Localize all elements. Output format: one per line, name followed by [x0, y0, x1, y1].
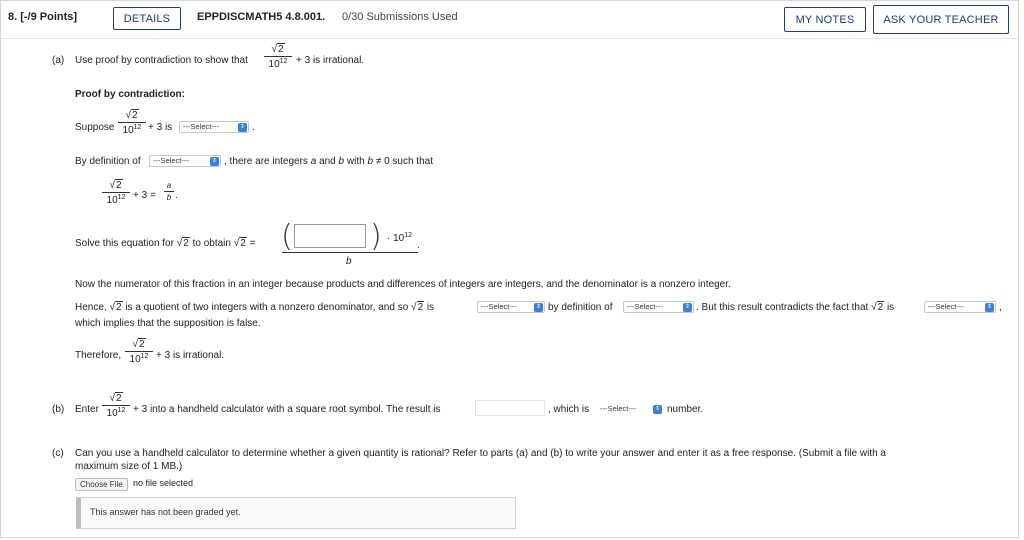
suppose-select[interactable]: ---Select--- ⇕	[179, 121, 249, 133]
therefore-fraction: √2 1012	[125, 338, 153, 365]
choose-file-button[interactable]: Choose File	[75, 478, 128, 491]
part-c-line2: maximum size of 1 MB.)	[75, 461, 183, 472]
solve-denominator: b	[346, 256, 352, 267]
submissions-count: 0/30 Submissions Used	[342, 11, 458, 23]
therefore-post: + 3 is irrational.	[156, 350, 225, 361]
proof-heading: Proof by contradiction:	[75, 89, 185, 100]
hence-select-value: ---Select---	[481, 302, 517, 311]
solve-fraction-bar	[282, 252, 418, 253]
part-c-label: (c)	[52, 448, 64, 459]
chevron-updown-icon: ⇕	[238, 123, 247, 132]
part-b-label: (b)	[52, 404, 65, 415]
question-number: 8. [-/9 Points]	[8, 11, 78, 23]
details-button[interactable]: DETAILS	[113, 7, 181, 30]
grading-status-text: This answer has not been graded yet.	[90, 507, 241, 517]
part-b-number: number.	[667, 404, 704, 415]
part-a-label: (a)	[52, 55, 65, 66]
numerator-explanation: Now the numerator of this fraction in an…	[75, 279, 731, 290]
part-b-enter: Enter	[75, 404, 99, 415]
hence-select[interactable]: ---Select--- ⇕	[477, 301, 545, 313]
suppose-select-value: ---Select---	[183, 122, 219, 131]
solve-period: .	[417, 240, 420, 251]
by-definition-text: , there are integers a and b with b ≠ 0 …	[224, 156, 433, 167]
part-b-select-value: ---Select---	[600, 404, 636, 413]
chevron-updown-icon: ⇕	[653, 405, 662, 414]
therefore-label: Therefore,	[75, 350, 122, 361]
solve-label: Solve this equation for √2 to obtain √2 …	[75, 237, 256, 249]
contradicts-select[interactable]: ---Select--- ⇕	[924, 301, 996, 313]
which-implies-text: which implies that the supposition is fa…	[75, 318, 261, 329]
suppose-label: Suppose	[75, 122, 115, 133]
contradicts-comma: ,	[999, 302, 1002, 313]
part-b-fraction: √2 1012	[102, 392, 130, 419]
part-b-post: + 3 into a handheld calculator with a sq…	[133, 404, 441, 415]
header-divider	[1, 38, 1018, 39]
equation-fraction: √2 1012	[102, 179, 130, 206]
grading-status-box: This answer has not been graded yet.	[76, 497, 516, 529]
problem-id: EPPDISCMATH5 4.8.001.	[197, 11, 326, 23]
part-b-which-is: , which is	[548, 404, 590, 415]
chevron-updown-icon: ⇕	[985, 303, 994, 312]
part-a-prompt: Use proof by contradiction to show that	[75, 55, 248, 66]
definition-select-value: ---Select---	[153, 156, 189, 165]
open-paren: (	[281, 219, 293, 254]
equation-period: .	[175, 190, 178, 201]
chevron-updown-icon: ⇕	[683, 303, 692, 312]
equation-plus3eq: + 3 =	[133, 190, 156, 201]
result-input[interactable]	[475, 400, 545, 416]
definition-select-2-value: ---Select---	[627, 302, 663, 311]
definition-select[interactable]: ---Select--- ⇕	[149, 155, 221, 167]
hence-text: Hence, √2 is a quotient of two integers …	[75, 301, 435, 313]
part-b-select[interactable]: ---Select--- ⇕	[596, 403, 664, 415]
a-over-b-fraction: a b	[164, 181, 174, 202]
close-paren: )	[370, 219, 382, 254]
times-10-12: · 1012	[387, 232, 413, 244]
part-c-line1: Can you use a handheld calculator to det…	[75, 448, 886, 459]
ask-your-teacher-button[interactable]: ASK YOUR TEACHER	[873, 5, 1009, 34]
fraction-sqrt2-over-10-12: √2 1012	[264, 43, 292, 70]
chevron-updown-icon: ⇕	[534, 303, 543, 312]
no-file-selected: no file selected	[133, 478, 194, 488]
by-definition-word: by definition of	[548, 302, 613, 313]
definition-select-2[interactable]: ---Select--- ⇕	[623, 301, 694, 313]
part-a-prompt-post: + 3 is irrational.	[296, 55, 365, 66]
numerator-input[interactable]	[294, 224, 366, 248]
my-notes-button[interactable]: MY NOTES	[784, 7, 866, 32]
suppose-fraction: √2 1012	[118, 109, 146, 136]
chevron-updown-icon: ⇕	[210, 157, 219, 166]
contradicts-select-value: ---Select---	[928, 302, 964, 311]
by-definition-label: By definition of	[75, 156, 141, 167]
suppose-period: .	[252, 122, 255, 133]
suppose-plus3is: + 3 is	[148, 122, 173, 133]
contradicts-text: . But this result contradicts the fact t…	[696, 301, 895, 313]
